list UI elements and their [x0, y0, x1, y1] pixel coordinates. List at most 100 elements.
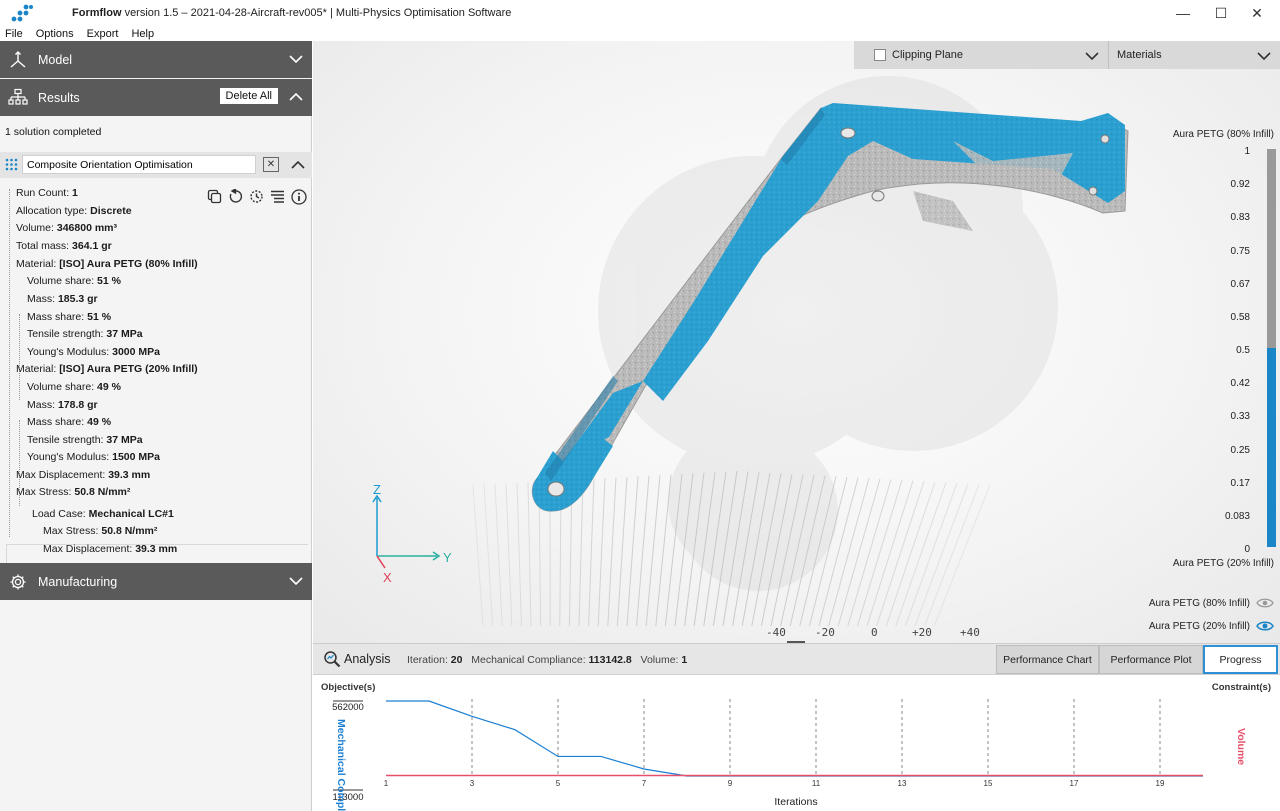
clipping-plane-dropdown[interactable]: Clipping Plane — [854, 41, 1109, 69]
3d-viewport[interactable]: Z Y X Clipping Plane Materials Aura PETG… — [313, 41, 1280, 643]
tree-key: Young's Modulus: — [27, 451, 110, 463]
maximize-icon[interactable]: ☐ — [1202, 0, 1240, 26]
analysis-title: Analysis — [344, 652, 391, 666]
chevron-up-icon[interactable] — [290, 157, 306, 173]
tab-performance-chart[interactable]: Performance Chart — [996, 645, 1099, 674]
x-tick-label: 3 — [470, 779, 475, 788]
compliance-label: Mechanical Compliance: — [471, 654, 586, 666]
close-icon[interactable]: ✕ — [263, 157, 279, 172]
model-section-label: Model — [38, 52, 73, 67]
info-icon[interactable] — [290, 188, 307, 205]
tree-key: Material: — [16, 258, 57, 270]
volume-value: 1 — [681, 654, 688, 666]
drag-handle-icon[interactable] — [5, 158, 18, 171]
visibility-toggle-20-infill[interactable]: Aura PETG (20% Infill) — [1149, 620, 1274, 632]
materials-dropdown[interactable]: Materials — [1109, 41, 1280, 69]
ground-grid-line — [914, 483, 969, 627]
copy-icon[interactable] — [206, 188, 223, 205]
minimize-icon[interactable]: — — [1164, 0, 1202, 26]
tree-value: 185.3 gr — [57, 293, 98, 305]
ground-grid-line — [516, 482, 522, 627]
chevron-down-icon[interactable] — [1084, 48, 1100, 64]
tree-key: Young's Modulus: — [27, 346, 110, 358]
ground-grid-line — [895, 482, 947, 627]
tree-key: Mass: — [27, 293, 56, 305]
chevron-down-icon[interactable] — [1256, 48, 1272, 64]
study-name-input[interactable] — [22, 155, 256, 174]
ground-grid-line — [933, 484, 991, 627]
eye-icon[interactable] — [1256, 620, 1274, 632]
close-icon[interactable]: ✕ — [1238, 0, 1276, 26]
solution-status: 1 solution completed — [5, 126, 102, 138]
tree-value: 49 % — [97, 381, 121, 393]
eye-icon[interactable] — [1256, 597, 1274, 609]
tree-row-lc-max-stress: Max Stress: 50.8 N/mm² — [43, 523, 157, 540]
legend-tick-label: 0.083 — [1224, 510, 1250, 522]
tree-line — [9, 189, 10, 537]
materials-label: Materials — [1117, 49, 1162, 61]
list-icon[interactable] — [269, 188, 286, 205]
tree-key: Tensile strength: — [27, 434, 104, 446]
chevron-up-icon[interactable] — [288, 89, 304, 105]
legend-tick-label: 0.17 — [1230, 477, 1250, 489]
tree-row-tensile-strength: Tensile strength: 37 MPa — [27, 326, 143, 343]
legend-tick-label: 0.25 — [1230, 444, 1250, 456]
tab-performance-plot[interactable]: Performance Plot — [1099, 645, 1203, 674]
reset-icon[interactable] — [227, 188, 244, 205]
chart-grid — [471, 699, 1161, 776]
chevron-down-icon[interactable] — [288, 573, 304, 589]
tree-row-volume-share: Volume share: 49 % — [27, 379, 121, 396]
tree-row-total-mass: Total mass: 364.1 gr — [16, 238, 112, 255]
results-section-header[interactable]: Results Delete All — [0, 79, 312, 116]
tree-value: 39.3 mm — [135, 543, 178, 555]
axes-icon — [8, 50, 28, 70]
tree-value: 1500 MPa — [112, 451, 160, 463]
tree-key: Volume: — [16, 222, 54, 234]
iteration-label: Iteration: — [407, 654, 448, 666]
clipping-plane-checkbox[interactable] — [874, 49, 886, 61]
compliance-value: 113142.8 — [588, 654, 632, 666]
visibility-toggle-80-infill[interactable]: Aura PETG (80% Infill) — [1149, 597, 1274, 609]
x-axis-label: Iterations — [774, 796, 817, 808]
legend-top-label: Aura PETG (80% Infill) — [1172, 129, 1274, 140]
scale-label: +40 — [960, 626, 980, 639]
menu-file[interactable]: File — [5, 28, 23, 40]
tree-value: 178.8 gr — [57, 399, 98, 411]
tree-row-lc-max-displacement: Max Displacement: 39.3 mm — [43, 541, 177, 558]
legend-tick-label: 0 — [1244, 544, 1250, 555]
ground-grid-line — [578, 479, 584, 627]
legend-tick-label: 0.33 — [1230, 411, 1250, 423]
model-section-header[interactable]: Model — [0, 41, 312, 78]
left-axis-max-label: 562000 — [332, 702, 364, 713]
manufacturing-section-header[interactable]: Manufacturing — [0, 563, 312, 600]
menu-export[interactable]: Export — [87, 28, 119, 40]
legend-tick-label: 1 — [1244, 146, 1250, 157]
ground-grid-line — [597, 478, 606, 627]
tree-row-tensile-strength: Tensile strength: 37 MPa — [27, 432, 143, 449]
tree-key: Mass: — [27, 399, 56, 411]
objective-title: Objective(s) — [321, 682, 375, 693]
x-tick-label: 5 — [556, 779, 561, 788]
model-scene[interactable]: Z Y X — [313, 41, 1280, 643]
tree-row-max-stress: Max Stress: 50.8 N/mm² — [16, 484, 130, 501]
legend-lower-segment — [1267, 348, 1276, 547]
axis-triad: Z Y X — [372, 482, 452, 585]
menu-help[interactable]: Help — [131, 28, 154, 40]
ground-grid-line — [856, 479, 903, 627]
legend-tick-label: 0.83 — [1230, 212, 1250, 224]
legend-tick-label: 0.42 — [1230, 378, 1250, 390]
series-line-compliance — [386, 700, 1203, 777]
scale-label: -20 — [815, 626, 835, 639]
ground-grid-line — [866, 480, 914, 627]
tree-value: [ISO] Aura PETG (80% Infill) — [59, 258, 198, 270]
rerun-icon[interactable] — [248, 188, 265, 205]
menu-bar: File Options Export Help — [0, 26, 1280, 41]
delete-all-button[interactable]: Delete All — [219, 88, 278, 104]
chevron-down-icon[interactable] — [288, 51, 304, 67]
analysis-magnifier-icon — [324, 651, 341, 668]
legend-tick-label: 0.92 — [1230, 179, 1250, 191]
iteration-value: 20 — [450, 654, 463, 666]
tab-progress[interactable]: Progress — [1203, 645, 1278, 674]
menu-options[interactable]: Options — [36, 28, 74, 40]
x-tick-label: 13 — [898, 779, 907, 788]
